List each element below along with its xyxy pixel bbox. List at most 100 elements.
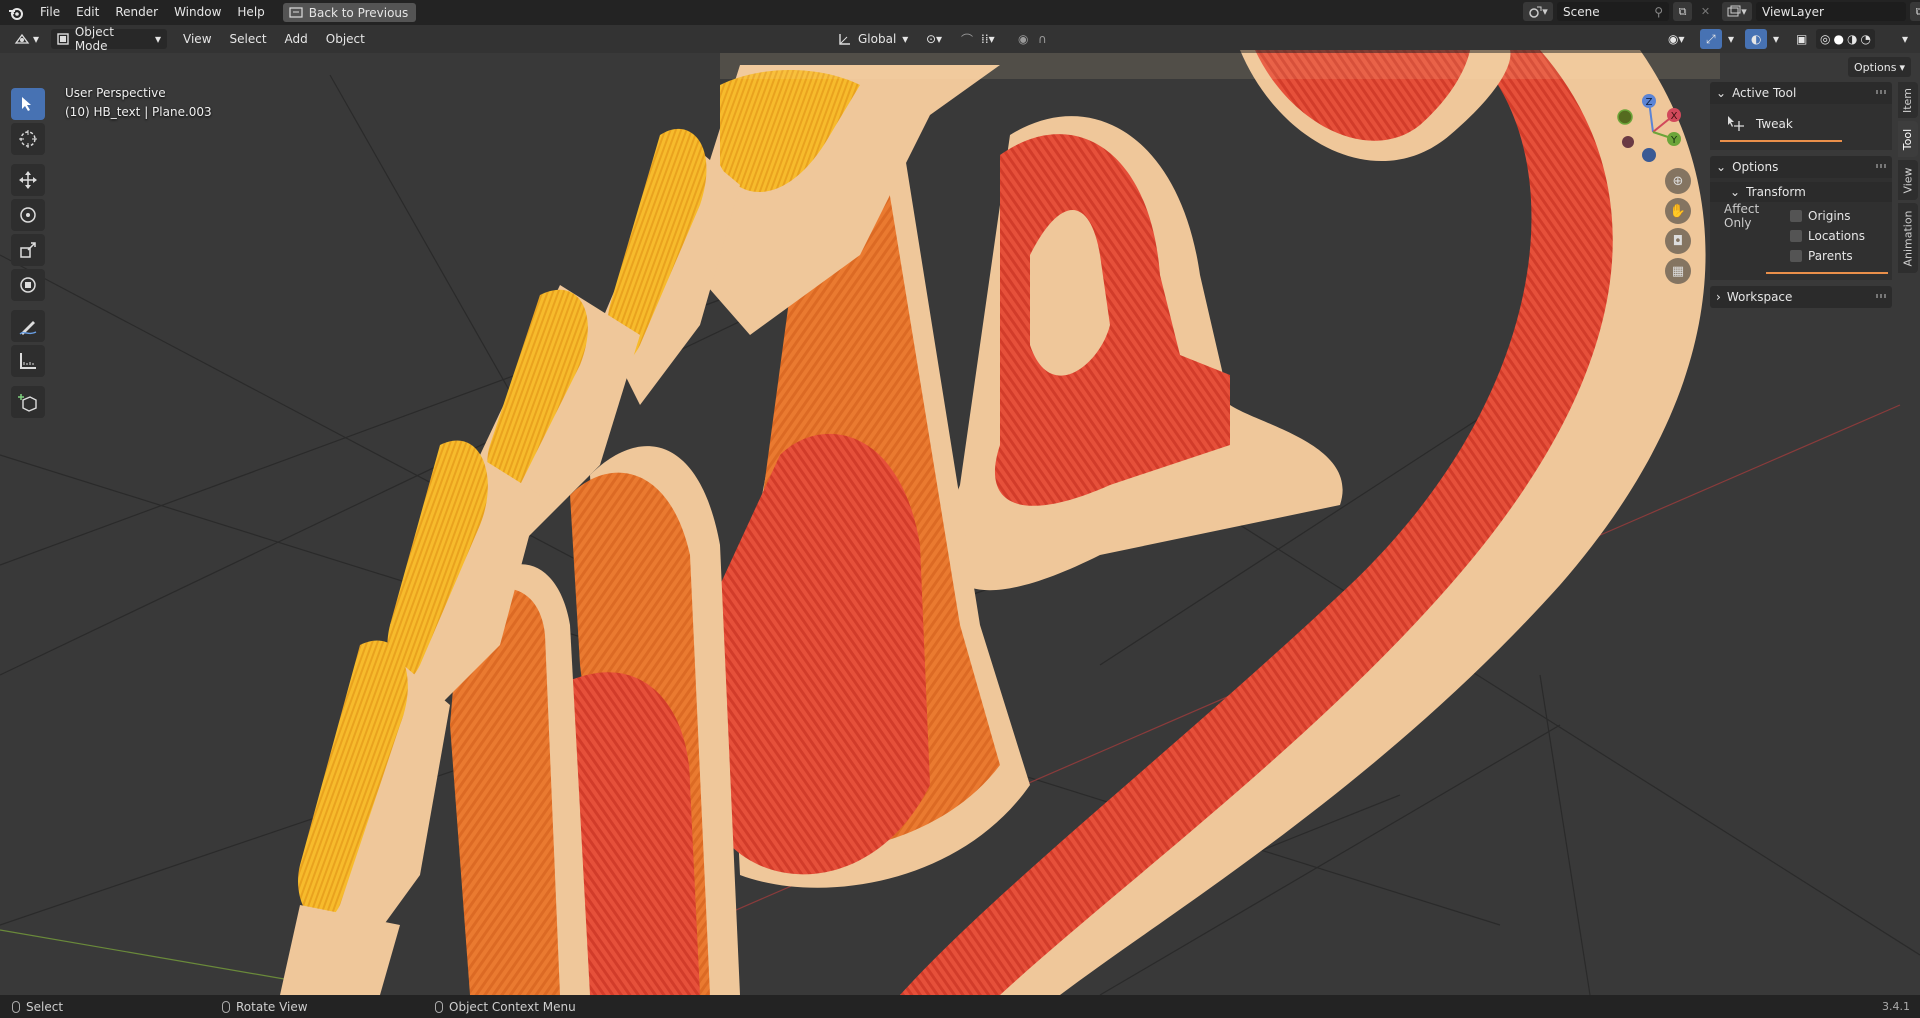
object-info: (10) HB_text | Plane.003 <box>65 105 212 119</box>
add-cube-tool[interactable] <box>11 386 45 418</box>
solid-shading-icon[interactable]: ● <box>1833 32 1843 46</box>
rendered-shading-icon[interactable]: ◔ <box>1860 32 1870 46</box>
gizmo-x-label: X <box>1671 111 1678 122</box>
tab-animation[interactable]: Animation <box>1898 203 1918 273</box>
menu-select[interactable]: Select <box>224 29 273 49</box>
active-tool-panel-header[interactable]: ⌄ Active Tool <box>1710 82 1892 104</box>
scene-browse-button[interactable]: ▾ <box>1523 2 1553 21</box>
new-scene-button[interactable]: ⧉ <box>1673 2 1692 21</box>
wireframe-shading-icon[interactable]: ◎ <box>1820 32 1830 46</box>
gizmo-neg-x-axis[interactable] <box>1622 136 1634 148</box>
origins-label[interactable]: Origins <box>1808 209 1851 223</box>
xray-toggle[interactable]: ▣ <box>1790 29 1813 49</box>
overlays-dropdown[interactable]: ▾ <box>1767 29 1785 49</box>
tab-item[interactable]: Item <box>1898 82 1918 118</box>
menu-view[interactable]: View <box>177 29 217 49</box>
material-preview-icon[interactable]: ◑ <box>1847 32 1857 46</box>
measure-tool[interactable] <box>11 345 45 377</box>
scale-icon <box>20 242 36 258</box>
zoom-button[interactable]: ⊕ <box>1665 168 1691 194</box>
transform-tool[interactable] <box>11 269 45 301</box>
menu-window[interactable]: Window <box>166 0 229 25</box>
camera-icon: ◘ <box>1672 233 1684 249</box>
active-tool-name: Tweak <box>1756 117 1793 131</box>
ortho-toggle-button[interactable]: ▦ <box>1665 258 1691 284</box>
close-icon: ✕ <box>1700 5 1711 18</box>
status-context-label: Object Context Menu <box>449 999 576 1014</box>
workspace-panel-header[interactable]: › Workspace <box>1710 286 1892 308</box>
origins-checkbox[interactable] <box>1790 210 1802 222</box>
locations-label[interactable]: Locations <box>1808 229 1865 243</box>
shading-dropdown[interactable]: ▾ <box>1896 29 1914 49</box>
viewlayer-browse-button[interactable]: ▾ <box>1722 2 1752 21</box>
visibility-dropdown[interactable]: ◉▾ <box>1662 29 1691 49</box>
falloff-dropdown[interactable]: ∩ <box>1032 29 1053 49</box>
menu-file[interactable]: File <box>32 0 68 25</box>
new-viewlayer-button[interactable]: ⧉ <box>1910 2 1920 21</box>
rotate-icon <box>20 207 36 223</box>
3d-viewport[interactable] <box>0 25 1920 995</box>
delete-scene-button[interactable]: ✕ <box>1696 2 1715 21</box>
menu-edit[interactable]: Edit <box>68 0 107 25</box>
parents-label[interactable]: Parents <box>1808 249 1853 263</box>
parents-checkbox[interactable] <box>1790 250 1802 262</box>
screen-icon <box>289 6 303 18</box>
annotate-tool[interactable] <box>11 310 45 342</box>
orientation-global-icon <box>839 34 850 45</box>
viewlayer-name: ViewLayer <box>1762 4 1824 19</box>
tab-item-label: Item <box>1901 87 1915 113</box>
chevron-down-icon: ▾ <box>155 32 162 46</box>
active-tool-row[interactable]: Tweak <box>1726 114 1886 134</box>
shading-mode-group: ◎ ● ◑ ◔ <box>1816 29 1875 49</box>
scale-tool[interactable] <box>11 234 45 266</box>
tab-view[interactable]: View <box>1898 160 1918 200</box>
gizmo-toggle[interactable]: ⤢ <box>1700 29 1722 49</box>
scene-name-field[interactable]: Scene ⚲ <box>1557 2 1669 21</box>
duplicate-icon: ⧉ <box>1915 4 1920 18</box>
chevron-down-icon: ▾ <box>1899 60 1905 74</box>
eye-icon: ◉▾ <box>1668 32 1685 46</box>
pivot-point-dropdown[interactable]: ⊙▾ <box>920 29 948 49</box>
tab-tool[interactable]: Tool <box>1898 121 1918 157</box>
gizmo-neg-y-axis[interactable] <box>1617 109 1633 125</box>
mouse-left-icon <box>12 1000 20 1013</box>
camera-view-button[interactable]: ◘ <box>1665 228 1691 254</box>
pan-button[interactable]: ✋ <box>1665 198 1691 224</box>
blender-logo-icon[interactable] <box>8 5 24 21</box>
menu-render[interactable]: Render <box>107 0 166 25</box>
navigation-gizmo[interactable]: Z X Y <box>1608 90 1688 170</box>
snap-target-dropdown[interactable]: ⁞⁞▾ <box>975 29 1001 49</box>
menu-help[interactable]: Help <box>229 0 272 25</box>
mode-selector[interactable]: Object Mode ▾ <box>51 25 168 53</box>
menu-object[interactable]: Object <box>320 29 371 49</box>
locations-checkbox[interactable] <box>1790 230 1802 242</box>
chevron-down-icon: ⌄ <box>1730 185 1741 199</box>
back-to-previous-button[interactable]: Back to Previous <box>282 3 417 22</box>
options-dropdown[interactable]: Options ▾ <box>1848 57 1911 77</box>
gizmo-neg-z-axis[interactable] <box>1642 148 1656 162</box>
chevron-down-icon: ▾ <box>33 32 40 46</box>
pivot-icon: ⊙▾ <box>926 32 943 46</box>
affect-only-label: Affect Only <box>1724 202 1760 230</box>
move-tool[interactable] <box>11 164 45 196</box>
transform-subpanel-header[interactable]: ⌄ Transform <box>1710 182 1892 202</box>
select-box-tool[interactable] <box>11 88 45 120</box>
transform-orientation-dropdown[interactable]: Global ▾ <box>832 29 914 49</box>
menu-add[interactable]: Add <box>279 29 314 49</box>
workspace-title: Workspace <box>1726 290 1793 304</box>
gizmo-dropdown[interactable]: ▾ <box>1722 29 1740 49</box>
scene-icon <box>1529 6 1542 18</box>
magnet-icon: ⌒ <box>961 32 974 47</box>
back-to-previous-label: Back to Previous <box>308 5 409 20</box>
rotate-tool[interactable] <box>11 199 45 231</box>
viewlayer-name-field[interactable]: ViewLayer <box>1756 2 1906 21</box>
scene-name: Scene <box>1563 4 1600 19</box>
drag-grip-icon[interactable] <box>1876 90 1886 94</box>
pin-icon[interactable]: ⚲ <box>1654 5 1663 19</box>
editor-type-button[interactable]: ▾ <box>8 29 45 49</box>
options-panel-header[interactable]: ⌄ Options <box>1710 156 1892 178</box>
drag-grip-icon[interactable] <box>1876 294 1886 298</box>
overlays-toggle[interactable]: ◐ <box>1745 29 1768 49</box>
cursor-tool[interactable] <box>11 123 45 155</box>
drag-grip-icon[interactable] <box>1876 164 1886 168</box>
